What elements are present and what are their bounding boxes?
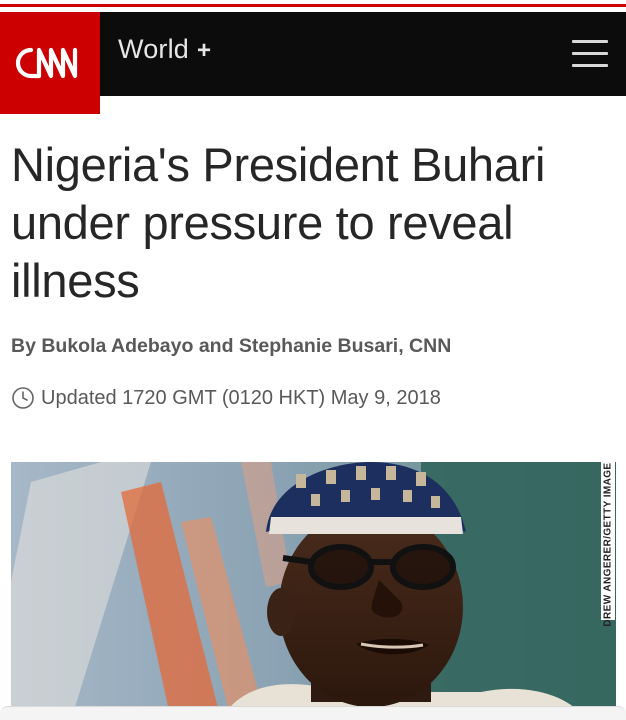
clock-icon [12,387,34,409]
photo-credit: DREW ANGERER/GETTY IMAGES [601,462,615,627]
cnn-logo[interactable] [0,12,100,114]
cnn-logo-mark [15,47,78,79]
article-hero-image[interactable]: DREW ANGERER/GETTY IMAGES [11,462,616,720]
buhari-portrait [11,462,616,720]
article-headline: Nigeria's President Buhari under pressur… [11,138,546,307]
section-plus-icon: + [197,37,212,64]
top-strip [0,0,626,12]
section-link-world[interactable]: World + [118,34,211,65]
site-header: World + [0,12,626,114]
top-red-line [0,4,626,7]
article-byline: By Bukola Adebayo and Stephanie Busari, … [11,335,452,357]
article-timestamp: Updated 1720 GMT (0120 HKT) May 9, 2018 [11,386,441,410]
section-label: World [118,34,190,64]
hamburger-menu-icon[interactable] [572,40,608,68]
updated-text: Updated 1720 GMT (0120 HKT) May 9, 2018 [41,386,441,409]
bottom-sheet-edge [0,706,626,720]
photo-credit-text: DREW ANGERER/GETTY IMAGES [602,462,614,627]
